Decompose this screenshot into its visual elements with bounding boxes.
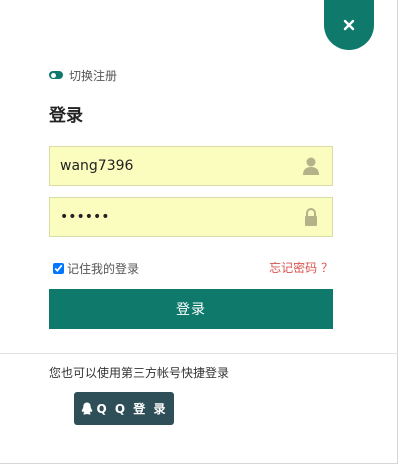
remember-checkbox[interactable] [53,263,64,274]
forgot-password-link[interactable]: 忘记密码 ？ [269,259,333,276]
remember-label: 记住我的登录 [67,262,140,276]
toggle-icon [49,71,63,79]
qq-penguin-icon [81,402,92,415]
password-input[interactable] [50,198,310,236]
divider [0,353,398,354]
remember-me[interactable]: 记住我的登录 [53,260,139,277]
switch-register-link[interactable]: 切换注册 [49,66,117,84]
user-icon [303,157,319,175]
qq-login-label: Q Q 登 录 [96,402,168,416]
switch-register-label: 切换注册 [69,68,118,83]
close-icon [343,19,355,31]
page-title: 登录 [49,106,83,126]
lock-icon [305,208,317,226]
username-field[interactable] [49,146,333,186]
login-button[interactable]: 登录 [49,289,333,329]
username-input[interactable] [50,147,310,185]
qq-login-button[interactable]: Q Q 登 录 [74,392,174,425]
third-party-text: 您也可以使用第三方帐号快捷登录 [49,366,230,380]
close-button[interactable] [324,0,374,50]
password-field[interactable] [49,197,333,237]
